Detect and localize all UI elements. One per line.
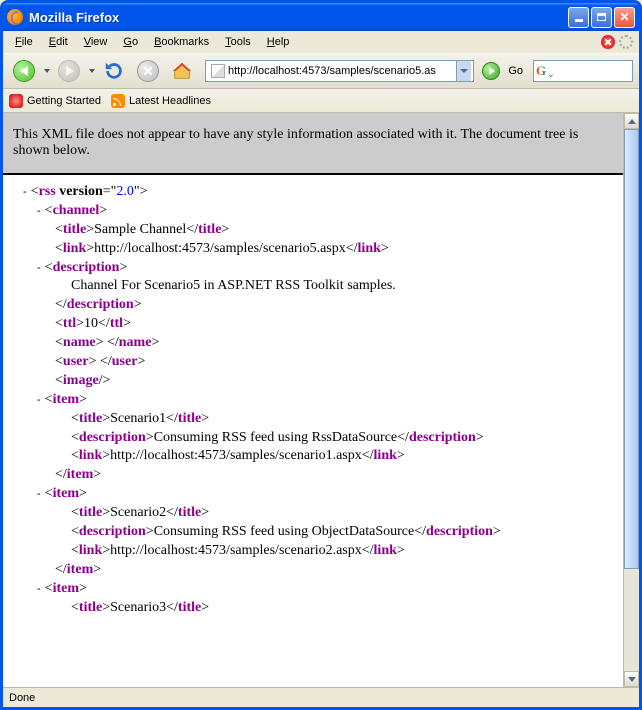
forward-history-dropdown[interactable] <box>88 69 95 73</box>
search-box[interactable]: G⌄ <box>533 60 633 82</box>
bookmark-label: Getting Started <box>27 95 101 107</box>
expander[interactable]: - <box>23 186 27 198</box>
url-bar[interactable] <box>205 60 474 82</box>
search-engine-dropdown[interactable]: ⌄ <box>547 69 555 80</box>
expander[interactable]: - <box>37 262 41 274</box>
item-description: Consuming RSS feed using RssDataSource <box>154 430 397 445</box>
scroll-thumb[interactable] <box>624 129 639 569</box>
bookmark-getting-started[interactable]: Getting Started <box>9 94 101 108</box>
menu-help[interactable]: Help <box>261 34 296 50</box>
menu-edit[interactable]: Edit <box>43 34 74 50</box>
home-button[interactable] <box>167 58 197 84</box>
item-title: Scenario2 <box>110 505 166 520</box>
menu-go[interactable]: Go <box>117 34 144 50</box>
channel-title: Sample Channel <box>94 222 186 237</box>
go-label: Go <box>508 65 523 77</box>
statusbar: Done <box>3 687 639 707</box>
content-area: This XML file does not appear to have an… <box>3 113 639 687</box>
xml-notice: This XML file does not appear to have an… <box>3 113 623 175</box>
expander[interactable]: - <box>37 488 41 500</box>
maximize-button[interactable] <box>591 7 612 28</box>
menu-view[interactable]: View <box>78 34 114 50</box>
bookmark-label: Latest Headlines <box>129 95 211 107</box>
item-title: Scenario1 <box>110 411 166 426</box>
expander[interactable]: - <box>37 205 41 217</box>
reload-button[interactable] <box>99 58 129 84</box>
item-link: http://localhost:4573/samples/scenario1.… <box>110 448 362 463</box>
channel-link: http://localhost:4573/samples/scenario5.… <box>94 241 346 256</box>
menu-file[interactable]: File <box>9 34 39 50</box>
page-icon <box>211 64 225 78</box>
item-description: Consuming RSS feed using ObjectDataSourc… <box>154 524 415 539</box>
bookmark-latest-headlines[interactable]: Latest Headlines <box>111 94 211 108</box>
viewport[interactable]: This XML file does not appear to have an… <box>3 113 623 687</box>
back-history-dropdown[interactable] <box>43 69 50 73</box>
firefox-icon <box>7 9 23 25</box>
item-link: http://localhost:4573/samples/scenario2.… <box>110 543 362 558</box>
menubar: File Edit View Go Bookmarks Tools Help <box>3 31 639 53</box>
xml-tree: -<rss version="2.0"> -<channel> <title>S… <box>3 175 623 625</box>
url-dropdown[interactable] <box>456 61 471 81</box>
close-button[interactable]: ✕ <box>614 7 635 28</box>
bookmarks-toolbar: Getting Started Latest Headlines <box>3 89 639 113</box>
forward-button[interactable] <box>54 58 84 84</box>
nav-toolbar: Go G⌄ <box>3 53 639 89</box>
rss-icon <box>111 94 125 108</box>
vertical-scrollbar[interactable] <box>623 113 639 687</box>
browser-window: Mozilla Firefox ✕ File Edit View Go Book… <box>0 0 642 710</box>
status-text: Done <box>9 692 35 704</box>
menu-tools[interactable]: Tools <box>219 34 257 50</box>
minimize-button[interactable] <box>568 7 589 28</box>
bookmark-icon <box>9 94 23 108</box>
search-input[interactable] <box>555 65 615 77</box>
expander[interactable]: - <box>37 583 41 595</box>
titlebar[interactable]: Mozilla Firefox ✕ <box>3 3 639 31</box>
item-title: Scenario3 <box>110 600 166 615</box>
back-button[interactable] <box>9 58 39 84</box>
throbber-icon <box>619 35 633 49</box>
expander[interactable]: - <box>37 394 41 406</box>
channel-description: Channel For Scenario5 in ASP.NET RSS Too… <box>71 278 396 293</box>
adblock-icon[interactable] <box>601 35 615 49</box>
channel-ttl: 10 <box>84 316 98 331</box>
google-icon[interactable]: G <box>536 63 546 79</box>
stop-button[interactable] <box>133 58 163 84</box>
rss-version: 2.0 <box>116 184 134 199</box>
menu-bookmarks[interactable]: Bookmarks <box>148 34 215 50</box>
window-title: Mozilla Firefox <box>29 10 568 25</box>
url-input[interactable] <box>228 65 456 77</box>
scroll-down-button[interactable] <box>624 671 639 687</box>
go-button[interactable] <box>482 62 500 80</box>
scroll-up-button[interactable] <box>624 113 639 129</box>
